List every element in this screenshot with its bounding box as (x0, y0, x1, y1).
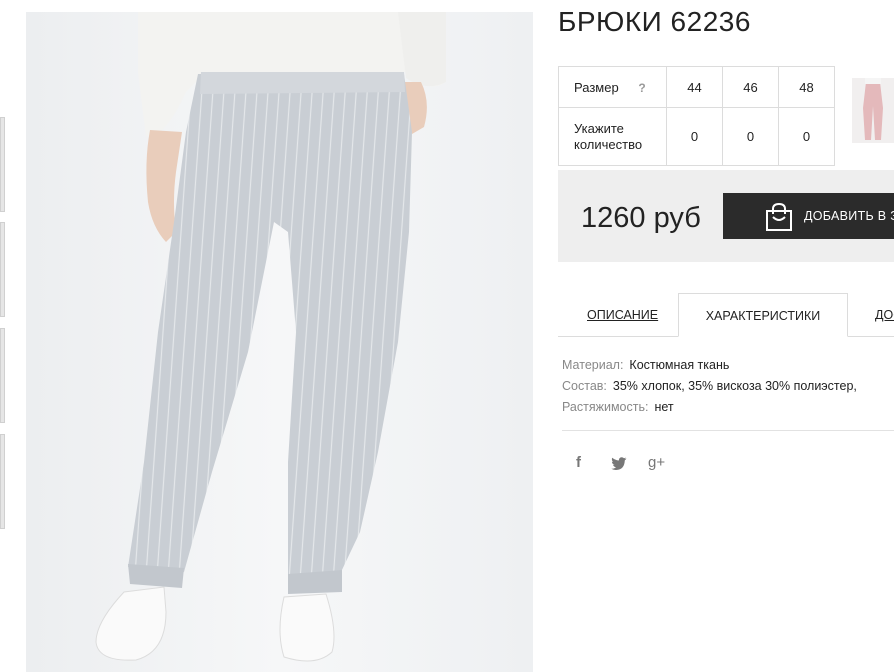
size-label-cell: Размер ? (558, 66, 667, 108)
twitter-bird-icon (611, 457, 627, 471)
quantity-input-48[interactable]: 0 (778, 107, 835, 166)
color-variant-thumbnail[interactable] (852, 78, 894, 143)
size-label: Размер (574, 79, 619, 95)
thumbnail[interactable] (0, 117, 5, 212)
spec-row-composition: Состав: 35% хлопок, 35% вискоза 30% полиэ… (562, 376, 857, 397)
product-tabs: ОПИСАНИЕ ХАРАКТЕРИСТИКИ ДОС (558, 293, 894, 337)
thumbnail[interactable] (0, 222, 5, 317)
google-plus-icon[interactable]: g+ (648, 454, 665, 471)
add-to-cart-button[interactable]: ДОБАВИТЬ В З (723, 193, 894, 239)
tab-description[interactable]: ОПИСАНИЕ (587, 293, 658, 337)
spec-key: Состав: (562, 379, 607, 393)
quantity-input-44[interactable]: 0 (666, 107, 723, 166)
size-46[interactable]: 46 (722, 66, 779, 108)
spec-value: 35% хлопок, 35% вискоза 30% полиэстер, (612, 379, 857, 393)
section-divider (562, 430, 894, 431)
spec-value: нет (654, 400, 674, 414)
quantity-input-46[interactable]: 0 (722, 107, 779, 166)
quantity-label: Укажите количество (558, 107, 667, 166)
pink-trousers-thumbnail (863, 78, 883, 140)
specs-list: Материал: Костюмная ткань Состав: 35% хлоп… (562, 355, 857, 418)
price: 1260 руб (581, 202, 701, 234)
spec-value: Костюмная ткань (629, 358, 730, 372)
size-48[interactable]: 48 (778, 66, 835, 108)
spec-key: Материал: (562, 358, 624, 372)
add-to-cart-label: ДОБАВИТЬ В З (804, 209, 894, 223)
thumbnail-strip (0, 0, 6, 672)
size-quantity-table: Размер ? 44 46 48 Укажите количество 0 0… (558, 66, 835, 166)
product-title: БРЮКИ 62236 (558, 6, 751, 37)
size-help-icon[interactable]: ? (638, 81, 645, 95)
product-photo[interactable] (26, 12, 533, 672)
price-box: 1260 руб ДОБАВИТЬ В З (558, 170, 894, 262)
spec-row-material: Материал: Костюмная ткань (562, 355, 857, 376)
spec-row-stretch: Растяжимость: нет (562, 397, 857, 418)
thumbnail[interactable] (0, 328, 5, 423)
product-photo-illustration (95, 12, 446, 662)
shopping-bag-icon (766, 202, 792, 231)
size-44[interactable]: 44 (666, 66, 723, 108)
tab-specs[interactable]: ХАРАКТЕРИСТИКИ (678, 293, 848, 337)
spec-key: Растяжимость: (562, 400, 649, 414)
twitter-icon[interactable] (611, 457, 627, 474)
tab-delivery[interactable]: ДОС (875, 293, 894, 337)
facebook-icon[interactable]: f (576, 454, 581, 471)
thumbnail[interactable] (0, 434, 5, 529)
